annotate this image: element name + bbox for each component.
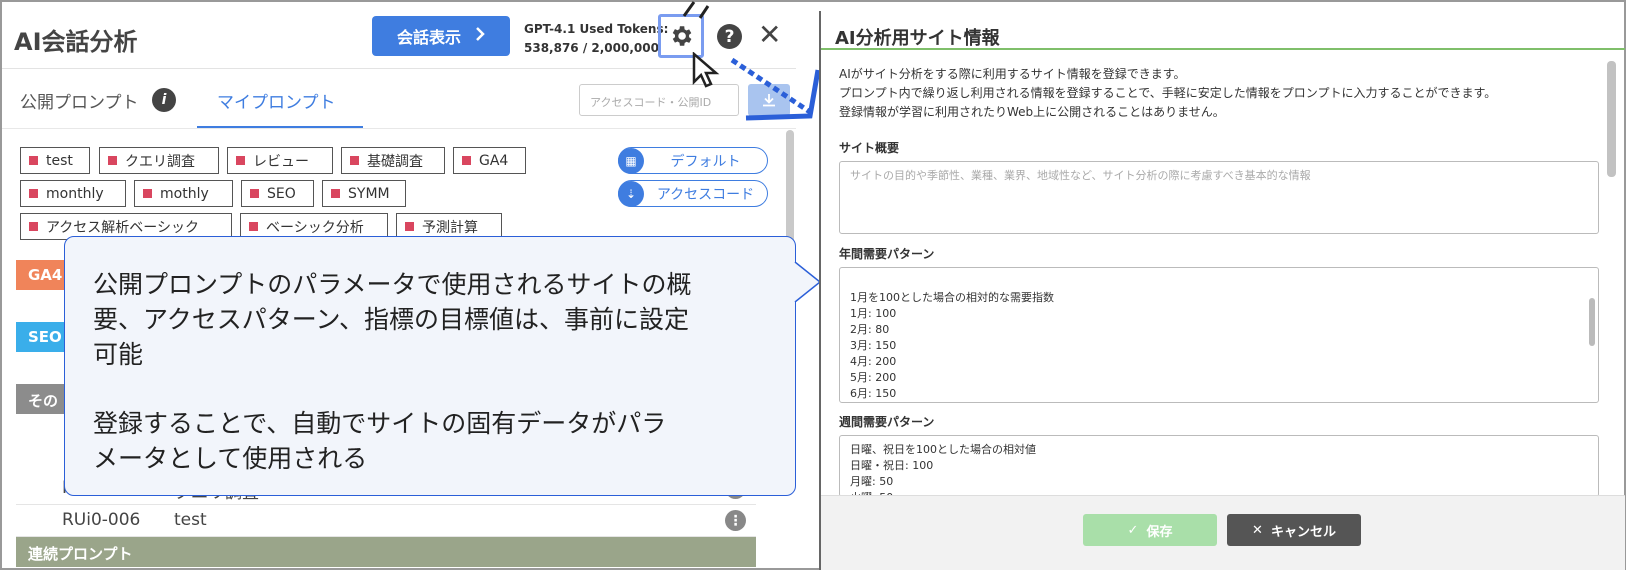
table-row[interactable]: RUi0-006 test ⋮ — [16, 504, 756, 537]
tag-filter[interactable]: レビュー — [227, 147, 333, 174]
tag-label: SYMM — [348, 185, 390, 202]
explanation-callout: 公開プロンプトのパラメータで使用されるサイトの概 要、アクセスパターン、指標の目… — [64, 236, 796, 496]
callout-pointer — [794, 262, 822, 302]
check-icon: ✓ — [1127, 522, 1139, 538]
dialog-title: AI分析用サイト情報 — [835, 28, 1000, 49]
sort-access-code-label: アクセスコード — [656, 186, 755, 203]
dialog-title-divider — [821, 48, 1625, 50]
textarea-scrollbar[interactable] — [1589, 298, 1595, 346]
info-icon[interactable]: i — [152, 88, 176, 112]
tag-filter[interactable]: monthly — [20, 180, 126, 207]
tag-filter[interactable]: SEO — [241, 180, 314, 207]
tag-marker — [108, 156, 117, 165]
tag-label: アクセス解析ベーシック — [46, 219, 200, 236]
save-button[interactable]: ✓ 保存 — [1083, 514, 1217, 546]
tag-filter[interactable]: mothly — [134, 180, 233, 207]
tag-label: レビュー — [253, 153, 309, 170]
weekly-pattern-label: 週間需要パターン — [839, 415, 935, 429]
tag-marker — [143, 189, 152, 198]
tab-public-prompts[interactable]: 公開プロンプト — [20, 88, 139, 113]
callout-paragraph-1: 公開プロンプトのパラメータで使用されるサイトの概 要、アクセスパターン、指標の目… — [93, 270, 692, 369]
tag-label: SEO — [267, 185, 296, 202]
chevron-right-icon — [475, 26, 485, 46]
tag-marker — [250, 189, 259, 198]
weekly-pattern-textarea[interactable]: 日曜、祝日を100とした場合の相対値 日曜・祝日: 100 月曜: 50 火曜:… — [839, 435, 1599, 497]
group-header-chained-prompts[interactable]: 連続プロンプト — [16, 537, 756, 567]
callout-paragraph-2: 登録することで、自動でサイトの固有データがパラ メータとして使用される — [93, 409, 667, 473]
site-info-dialog: AI分析用サイト情報 AIがサイト分析をする際に利用するサイト情報を登録できます… — [819, 11, 1625, 570]
token-usage-value: 538,876 / 2,000,000 — [524, 41, 659, 55]
dialog-footer: ✓ 保存 ✕ キャンセル — [821, 495, 1625, 570]
prompt-name: test — [174, 510, 207, 530]
show-conversation-button[interactable]: 会話表示 — [372, 16, 510, 56]
tag-marker — [405, 222, 414, 231]
sort-access-code-button[interactable]: ⇣ アクセスコード — [618, 180, 768, 207]
tag-filter[interactable]: test — [20, 147, 90, 174]
prompt-list-scrollbar[interactable] — [786, 130, 794, 250]
tag-label: monthly — [46, 185, 104, 202]
dialog-scrollbar[interactable] — [1607, 61, 1616, 177]
dialog-description: AIがサイト分析をする際に利用するサイト情報を登録できます。 プロンプト内で繰り… — [839, 67, 1497, 119]
app-title: AI会話分析 — [14, 28, 138, 56]
tag-label: mothly — [160, 185, 209, 202]
tag-label: クエリ調査 — [125, 153, 195, 170]
annual-pattern-textarea[interactable]: 1月を100とした場合の相対的な需要指数 1月: 100 2月: 80 3月: … — [839, 267, 1599, 403]
annual-pattern-value: 1月を100とした場合の相対的な需要指数 1月: 100 2月: 80 3月: … — [850, 291, 1054, 400]
grid-icon: ▦ — [618, 147, 644, 174]
annotation-arrows — [682, 1, 821, 121]
tag-marker — [29, 156, 38, 165]
tag-filter[interactable]: SYMM — [322, 180, 406, 207]
tag-label: test — [46, 152, 73, 169]
site-overview-textarea[interactable]: サイトの目的や季節性、業種、業界、地域性など、サイト分析の際に考慮すべき基本的な… — [839, 161, 1599, 234]
cancel-label: キャンセル — [1270, 524, 1336, 540]
overview-label: サイト概要 — [839, 141, 900, 155]
prompt-id: RUi0-006 — [62, 510, 141, 530]
show-conversation-label: 会話表示 — [396, 28, 461, 47]
annual-pattern-label: 年間需要パターン — [839, 247, 935, 261]
tab-my-prompts[interactable]: マイプロンプト — [217, 88, 336, 113]
close-icon: ✕ — [1252, 522, 1263, 538]
tag-label: 予測計算 — [422, 219, 478, 236]
tag-filter[interactable]: GA4 — [453, 147, 526, 174]
token-usage: GPT-4.1 Used Tokens: 538,876 / 2,000,000 — [524, 20, 668, 58]
tag-marker — [29, 189, 38, 198]
tag-marker — [331, 189, 340, 198]
sort-icon: ⇣ — [618, 180, 644, 207]
save-label: 保存 — [1146, 524, 1173, 540]
tag-marker — [29, 222, 38, 231]
token-usage-label: GPT-4.1 Used Tokens: — [524, 22, 669, 36]
more-options-icon[interactable]: ⋮ — [725, 510, 746, 531]
tag-filter[interactable]: クエリ調査 — [99, 147, 219, 174]
cancel-button[interactable]: ✕ キャンセル — [1227, 514, 1361, 546]
tag-marker — [462, 156, 471, 165]
tag-label: GA4 — [479, 152, 509, 169]
cursor-icon — [692, 52, 720, 88]
tag-label: 基礎調査 — [367, 153, 423, 170]
tag-filter[interactable]: 基礎調査 — [341, 147, 445, 174]
sort-default-label: デフォルト — [670, 153, 741, 170]
sort-default-button[interactable]: ▦ デフォルト — [618, 147, 768, 174]
tag-label: ベーシック分析 — [266, 219, 364, 236]
tag-marker — [249, 222, 258, 231]
tag-marker — [350, 156, 359, 165]
tag-marker — [236, 156, 245, 165]
